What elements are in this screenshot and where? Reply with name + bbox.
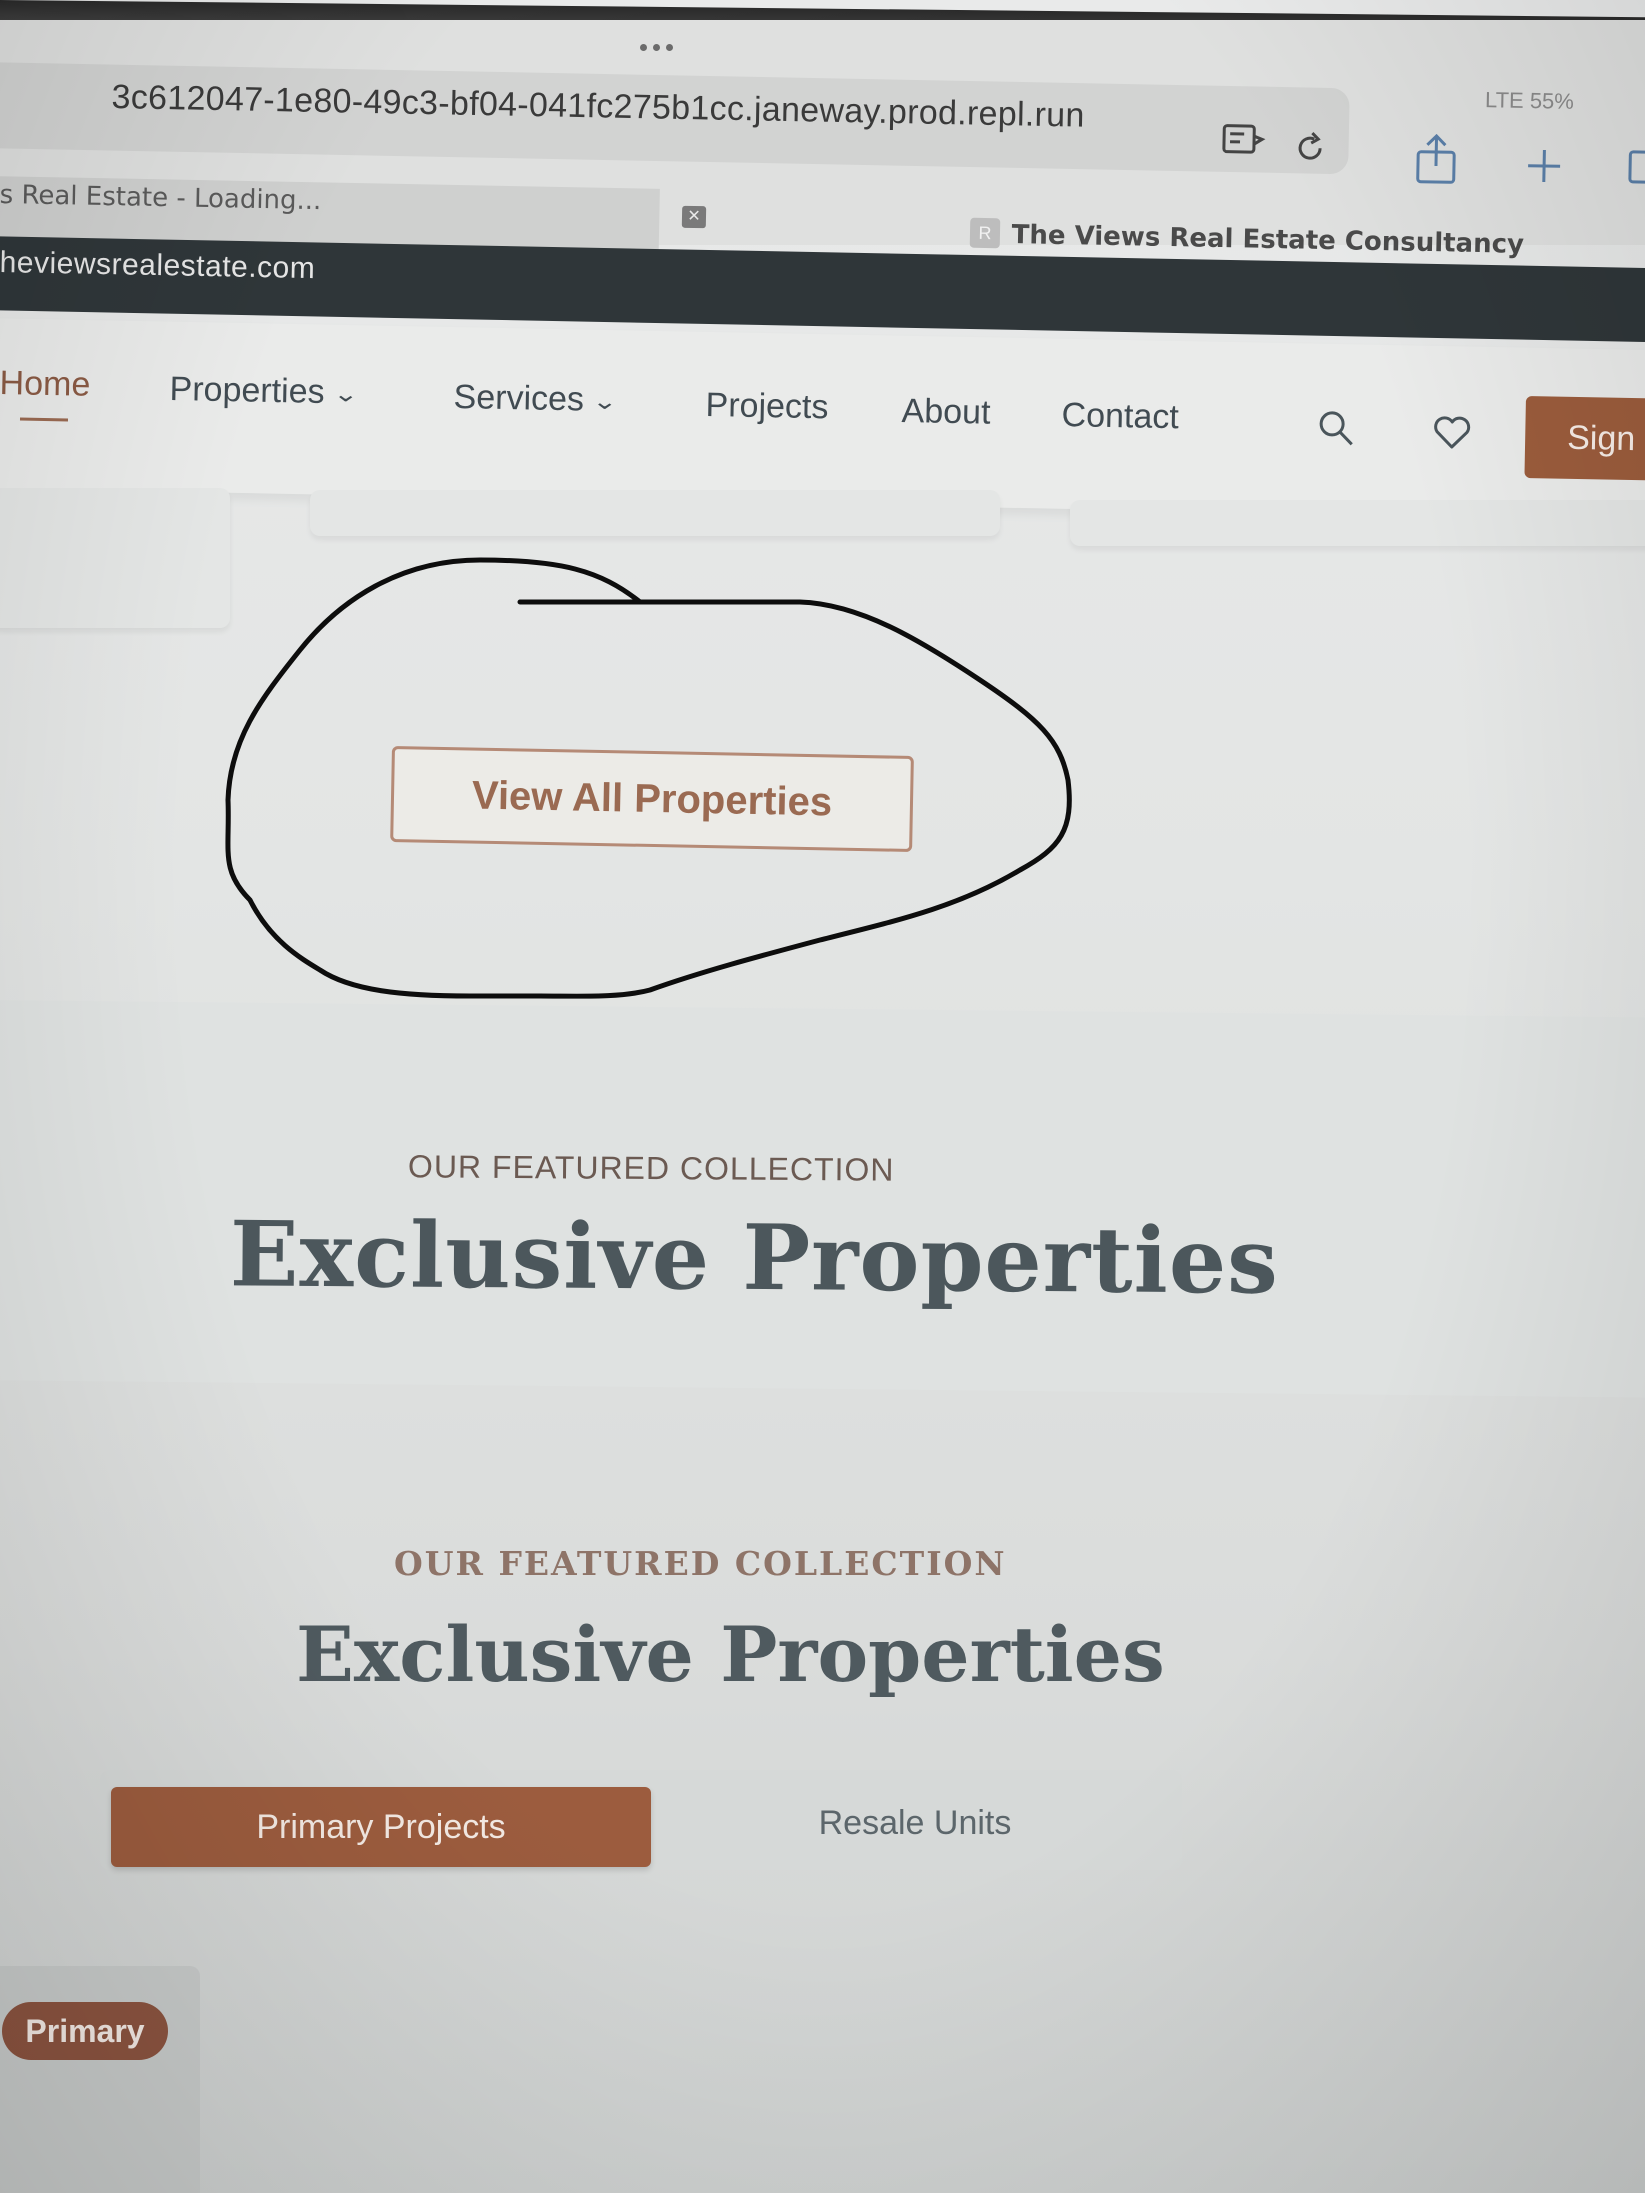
nav-properties-label: Properties bbox=[169, 370, 325, 411]
heart-icon[interactable] bbox=[1432, 414, 1473, 456]
chevron-down-icon: ⌄ bbox=[592, 388, 619, 415]
nav-properties[interactable]: Properties ⌄ bbox=[169, 370, 359, 413]
nav-about[interactable]: About bbox=[901, 392, 991, 433]
nav-home-label: Home bbox=[0, 364, 91, 404]
screen: 3c612047-1e80-49c3-bf04-041fc275b1cc.jan… bbox=[0, 0, 1645, 2193]
property-card[interactable] bbox=[0, 1966, 200, 2193]
search-icon[interactable] bbox=[1316, 408, 1357, 454]
site-strip-domain: heviewsrealestate.com bbox=[0, 246, 316, 286]
nav-contact-label: Contact bbox=[1061, 396, 1180, 437]
nav-home[interactable]: Home bbox=[0, 364, 91, 405]
window-dots[interactable] bbox=[640, 44, 673, 51]
tabs-overview-icon[interactable] bbox=[1628, 148, 1645, 199]
chevron-down-icon: ⌄ bbox=[332, 381, 359, 407]
share-icon[interactable] bbox=[1413, 133, 1458, 196]
card-shadow bbox=[1070, 500, 1645, 546]
nav-about-label: About bbox=[901, 392, 991, 432]
featured-band bbox=[0, 1000, 1645, 1398]
nav-projects[interactable]: Projects bbox=[705, 386, 829, 427]
status-indicator: LTE 55% bbox=[1484, 87, 1575, 114]
nav-services[interactable]: Services ⌄ bbox=[453, 378, 619, 420]
new-tab-icon[interactable] bbox=[1524, 146, 1565, 198]
tab-loading-title[interactable]: s Real Estate - Loading... bbox=[0, 180, 322, 216]
section-eyebrow: OUR FEATURED COLLECTION bbox=[394, 1544, 1007, 1583]
nav-services-label: Services bbox=[453, 378, 585, 419]
nav-projects-label: Projects bbox=[705, 386, 829, 427]
resale-units-tab[interactable]: Resale Units bbox=[720, 1785, 1110, 1861]
card-shadow bbox=[310, 490, 1000, 536]
tab-close-icon[interactable]: ✕ bbox=[681, 205, 707, 229]
reader-icon[interactable] bbox=[1222, 122, 1267, 166]
primary-projects-tab[interactable]: Primary Projects bbox=[111, 1787, 651, 1867]
card-shadow bbox=[0, 488, 230, 628]
nav-contact[interactable]: Contact bbox=[1061, 396, 1179, 437]
section-heading: Exclusive Properties bbox=[296, 1610, 1165, 1699]
reload-icon[interactable] bbox=[1292, 130, 1329, 176]
section-eyebrow: OUR FEATURED COLLECTION bbox=[407, 1148, 895, 1188]
section-heading: Exclusive Properties bbox=[229, 1201, 1280, 1315]
tab-favicon-icon: R bbox=[969, 217, 1001, 249]
view-all-properties-button[interactable]: View All Properties bbox=[390, 746, 914, 853]
status-badge: Primary bbox=[2, 2002, 168, 2060]
sign-in-button[interactable]: Sign bbox=[1524, 396, 1645, 482]
